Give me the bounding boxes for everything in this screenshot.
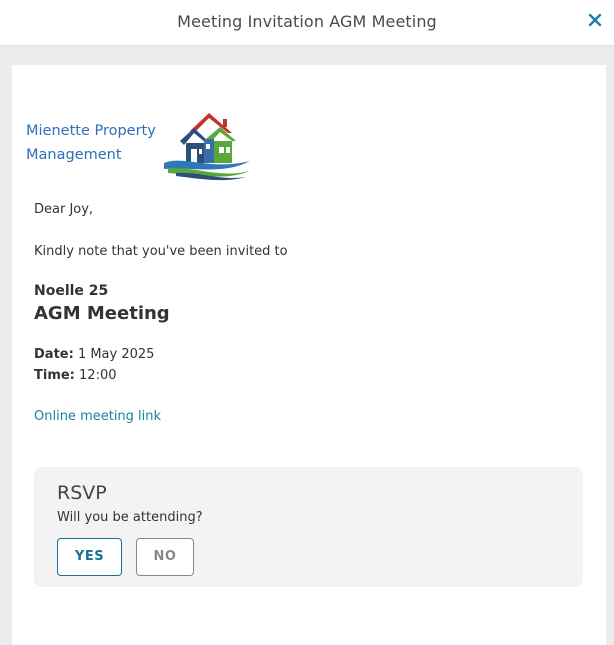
date-label: Date: bbox=[34, 347, 74, 362]
meeting-time: Time: 12:00 bbox=[34, 368, 117, 383]
logo-line-1: Mienette Property bbox=[26, 123, 156, 139]
close-icon bbox=[588, 13, 602, 27]
meeting-subtitle: Noelle 25 bbox=[34, 283, 109, 299]
company-logo: Mienette Property Management bbox=[26, 111, 256, 181]
date-value: 1 May 2025 bbox=[77, 347, 155, 362]
time-label: Time: bbox=[34, 368, 75, 383]
modal-title: Meeting Invitation AGM Meeting bbox=[177, 12, 437, 31]
modal-header: Meeting Invitation AGM Meeting bbox=[0, 0, 614, 46]
rsvp-no-button[interactable]: NO bbox=[136, 538, 194, 576]
time-value: 12:00 bbox=[79, 368, 117, 383]
greeting-text: Dear Joy, bbox=[34, 202, 94, 217]
meeting-title: AGM Meeting bbox=[34, 303, 170, 324]
rsvp-heading: RSVP bbox=[57, 482, 107, 504]
logo-line-2: Management bbox=[26, 147, 122, 163]
houses-logo-icon bbox=[164, 113, 250, 181]
online-meeting-link[interactable]: Online meeting link bbox=[34, 409, 161, 424]
rsvp-card: RSVP Will you be attending? YES NO bbox=[34, 467, 583, 587]
logo-text: Mienette Property Management bbox=[26, 119, 156, 167]
invitation-body: Mienette Property Management Dear Joy, K… bbox=[12, 65, 606, 645]
intro-text: Kindly note that you've been invited to bbox=[34, 244, 288, 259]
meeting-date: Date: 1 May 2025 bbox=[34, 347, 154, 362]
close-button[interactable] bbox=[584, 9, 606, 31]
rsvp-question: Will you be attending? bbox=[57, 510, 203, 525]
rsvp-yes-button[interactable]: YES bbox=[57, 538, 122, 576]
